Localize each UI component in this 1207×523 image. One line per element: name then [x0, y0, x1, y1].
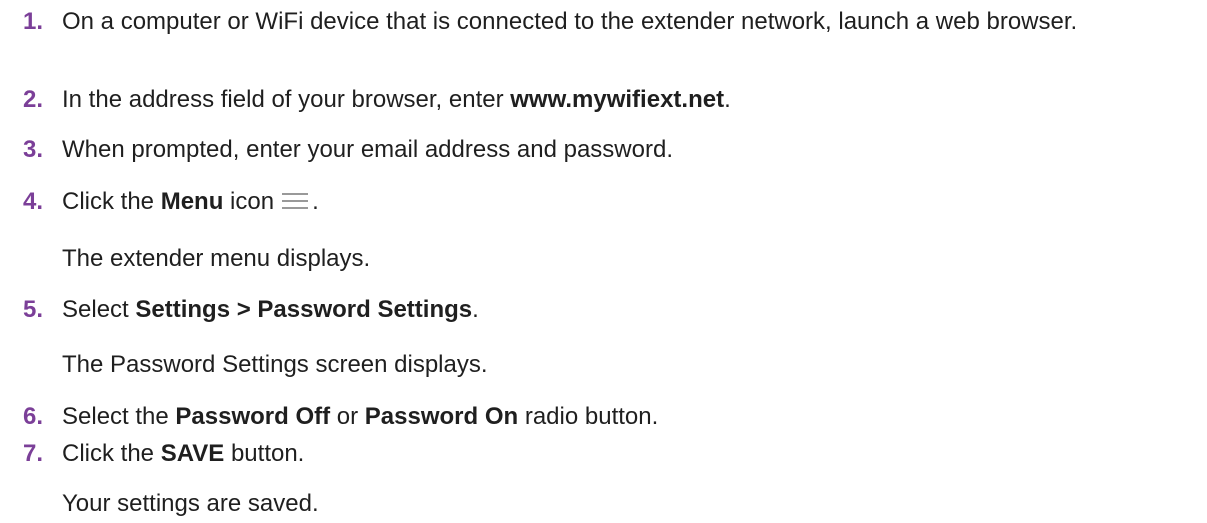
text-segment: In the address field of your browser, en…: [62, 86, 511, 113]
step-text: When prompted, enter your email address …: [62, 136, 673, 163]
step-number: 6.: [23, 403, 44, 430]
step-number: 3.: [23, 136, 44, 163]
step-7-note: Your settings are saved.: [62, 490, 319, 517]
step-text: On a computer or WiFi device that is con…: [62, 8, 1078, 35]
text-segment: Select: [62, 296, 136, 323]
hamburger-menu-icon: [282, 192, 309, 209]
option-label: Password On: [364, 403, 519, 430]
menu-path: Settings > Password Settings: [135, 296, 473, 323]
url-text: www.mywifiext.net: [510, 86, 725, 113]
step-4-note: The extender menu displays.: [62, 245, 371, 272]
instructions-document: 1. On a computer or WiFi device that is …: [0, 0, 1207, 523]
step-text: Select the Password Off or Password On r…: [62, 403, 1202, 431]
step-number: 1.: [23, 8, 44, 35]
text-segment: icon: [223, 188, 275, 215]
text-segment: .: [724, 86, 731, 113]
step-number: 7.: [23, 440, 44, 467]
step-number: 5.: [23, 296, 44, 323]
option-label: Password Off: [175, 403, 331, 430]
text-segment: Click the: [62, 440, 161, 467]
step-number: 2.: [23, 86, 44, 113]
menu-label: Menu: [160, 188, 224, 215]
step-text: Click the SAVE button.: [62, 440, 1202, 468]
text-segment: Click the: [62, 188, 161, 215]
text-segment: Select the: [62, 403, 176, 430]
text-segment: or: [330, 403, 365, 430]
step-text: Select Settings > Password Settings.: [62, 296, 1202, 324]
step-number: 4.: [23, 188, 44, 215]
step-5-note: The Password Settings screen displays.: [62, 351, 488, 378]
text-segment: radio button.: [518, 403, 659, 430]
step-text: Click the Menu icon.: [62, 188, 1202, 216]
text-segment: .: [472, 296, 479, 323]
text-segment: .: [312, 188, 319, 215]
text-segment: button.: [224, 440, 305, 467]
button-label: SAVE: [160, 440, 225, 467]
step-text: In the address field of your browser, en…: [62, 86, 1202, 114]
